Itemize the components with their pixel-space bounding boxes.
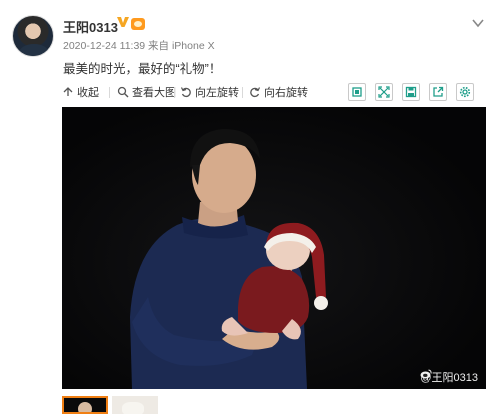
verified-badge-icon bbox=[117, 17, 129, 27]
image-toolbar: 收起 查看大图 向左旋转 向右旋转 bbox=[62, 81, 486, 105]
chevron-down-icon[interactable] bbox=[470, 15, 486, 31]
rotate-left-button[interactable]: 向左旋转 bbox=[180, 84, 239, 100]
divider bbox=[174, 87, 175, 98]
post-text: 最美的时光，最好的“礼物”！ bbox=[63, 62, 222, 76]
fullscreen-icon bbox=[378, 86, 390, 98]
share-button[interactable] bbox=[429, 83, 447, 101]
divider bbox=[242, 87, 243, 98]
vip-badge-icon bbox=[131, 18, 145, 30]
view-large-button[interactable]: 查看大图 bbox=[117, 84, 176, 100]
save-button[interactable] bbox=[402, 83, 420, 101]
view-large-label: 查看大图 bbox=[132, 87, 176, 99]
rotate-right-icon bbox=[250, 87, 261, 98]
divider bbox=[109, 87, 110, 98]
rotate-right-button[interactable]: 向右旋转 bbox=[249, 84, 308, 100]
author-name[interactable]: 王阳0313 bbox=[63, 17, 118, 36]
thumbnail-selected[interactable] bbox=[62, 396, 108, 414]
save-icon bbox=[405, 86, 417, 98]
rotate-right-label: 向右旋转 bbox=[264, 87, 308, 99]
thumbnail[interactable] bbox=[112, 396, 158, 414]
collapse-button[interactable]: 收起 bbox=[62, 84, 99, 100]
magnify-icon bbox=[117, 86, 129, 98]
photo-watermark: @王阳0313 bbox=[420, 369, 478, 385]
avatar[interactable] bbox=[12, 15, 54, 57]
weibo-logo-icon bbox=[420, 369, 432, 379]
fullscreen-button[interactable] bbox=[375, 83, 393, 101]
exit-fullscreen-icon bbox=[352, 87, 362, 97]
collapse-icon bbox=[63, 87, 73, 96]
post-photo[interactable]: @王阳0313 bbox=[62, 107, 486, 389]
settings-button[interactable] bbox=[456, 83, 474, 101]
rotate-left-label: 向左旋转 bbox=[195, 87, 239, 99]
share-icon bbox=[433, 86, 444, 97]
post-meta: 2020-12-24 11:39 来自 iPhone X bbox=[63, 40, 215, 52]
settings-icon bbox=[459, 86, 471, 98]
collapse-label: 收起 bbox=[77, 87, 99, 99]
rotate-left-icon bbox=[180, 87, 191, 98]
photo-illustration bbox=[62, 107, 486, 389]
weibo-post: 王阳0313 2020-12-24 11:39 来自 iPhone X 最美的时… bbox=[0, 0, 500, 414]
exit-fullscreen-button[interactable] bbox=[348, 83, 366, 101]
